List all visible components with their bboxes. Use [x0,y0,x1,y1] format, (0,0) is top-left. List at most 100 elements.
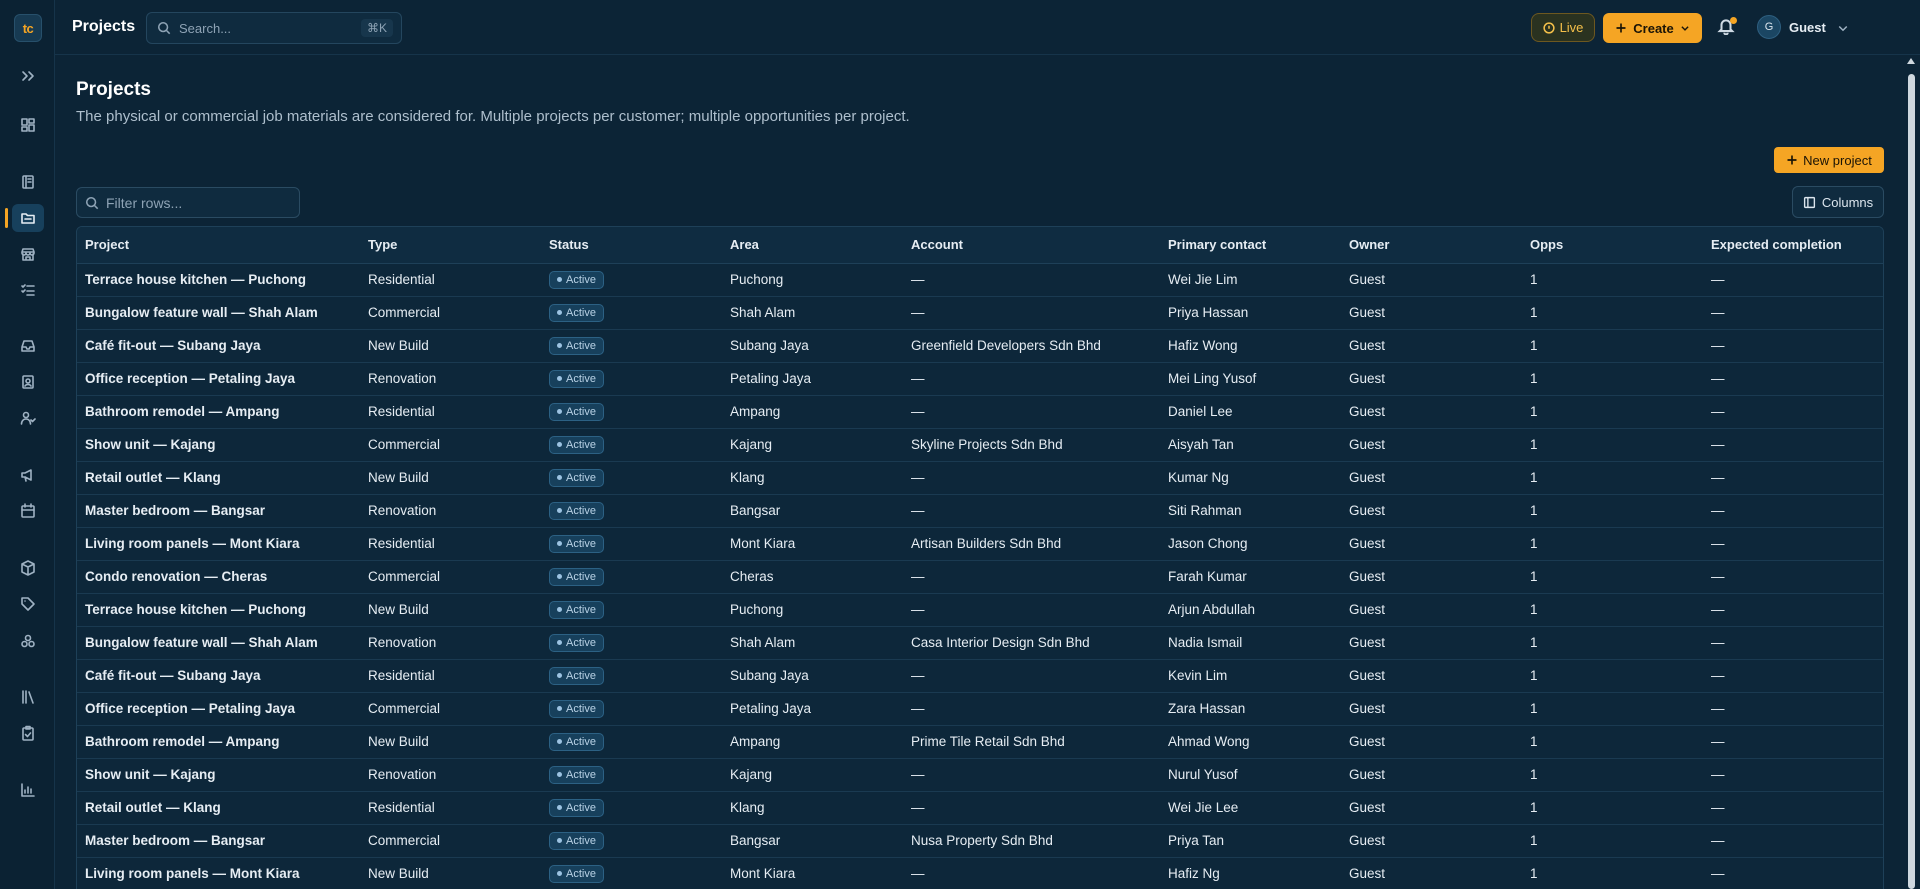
status-badge: Active [549,765,604,784]
status-dot-icon [557,673,562,679]
cell-status: Active [541,461,722,495]
filter-rows-input[interactable]: Filter rows... [76,187,300,218]
app-logo[interactable]: tc [14,14,42,42]
sidebar-item-notes[interactable] [12,168,44,196]
user-menu-toggle[interactable] [1837,21,1849,33]
user-name[interactable]: Guest [1789,20,1826,35]
table-row[interactable]: Café fit-out — Subang Jaya New Build Activ… [77,329,1883,363]
cell-project[interactable]: Master bedroom — Bangsar [77,824,360,858]
cell-project[interactable]: Office reception — Petaling Jaya [77,692,360,726]
sidebar-item-products[interactable] [12,554,44,582]
sidebar-item-inbox[interactable] [12,332,44,360]
cell-status: Active [541,296,722,330]
sidebar-item-materials[interactable] [12,627,44,655]
table-row[interactable]: Bathroom remodel — Ampang Residential Acti… [77,395,1883,429]
sidebar-item-calendar[interactable] [12,497,44,525]
table-row[interactable]: Café fit-out — Subang Jaya Residential Act… [77,659,1883,693]
cell-project[interactable]: Terrace house kitchen — Puchong [77,263,360,297]
notebook-icon [22,175,34,189]
cell-project[interactable]: Show unit — Kajang [77,758,360,792]
table-row[interactable]: Terrace house kitchen — Puchong New Build… [77,593,1883,627]
create-button[interactable]: Create [1603,13,1702,43]
live-status-button[interactable]: Live [1531,13,1595,42]
column-header-status[interactable]: Status [541,227,722,264]
columns-button[interactable]: Columns [1792,186,1884,218]
sidebar-item-projects[interactable] [12,204,44,232]
column-header-owner[interactable]: Owner [1341,227,1522,264]
sidebar-item-reports[interactable] [12,776,44,804]
table-header-row: Project Type Status Area Account Primary cont… [77,227,1883,264]
scroll-thumb[interactable] [1908,74,1915,889]
plus-icon [1787,155,1797,165]
status-label: Active [566,471,596,484]
table-row[interactable]: Bathroom remodel — Ampang New Build Active… [77,725,1883,759]
table-row[interactable]: Living room panels — Mont Kiara Residenti… [77,527,1883,561]
new-project-button[interactable]: New project [1774,147,1884,173]
cell-opps: 1 [1522,494,1703,528]
sidebar: tc [0,0,55,889]
notifications-button[interactable] [1717,17,1737,37]
sidebar-item-library[interactable] [12,683,44,711]
table-row[interactable]: Terrace house kitchen — Puchong Residenti… [77,263,1883,297]
column-header-primary-contact[interactable]: Primary contact [1160,227,1341,264]
status-label: Active [566,438,596,451]
sidebar-item-users[interactable] [12,404,44,432]
page-scrollbar[interactable] [1906,58,1916,889]
table-row[interactable]: Master bedroom — Bangsar Commercial Active… [77,824,1883,858]
sidebar-item-dashboard[interactable] [12,111,44,139]
table-body: Terrace house kitchen — Puchong Residenti… [77,263,1883,889]
table-row[interactable]: Bungalow feature wall — Shah Alam Renovat… [77,626,1883,660]
projects-folder-icon [21,213,35,224]
status-dot-icon [557,508,562,514]
cell-project[interactable]: Living room panels — Mont Kiara [77,857,360,889]
cell-project[interactable]: Living room panels — Mont Kiara [77,527,360,561]
table-row[interactable]: Retail outlet — Klang New Build Active Klan… [77,461,1883,495]
table-row[interactable]: Master bedroom — Bangsar Renovation Active… [77,494,1883,528]
cell-project[interactable]: Bungalow feature wall — Shah Alam [77,626,360,660]
table-row[interactable]: Bungalow feature wall — Shah Alam Commerc… [77,296,1883,330]
cell-project[interactable]: Bathroom remodel — Ampang [77,725,360,759]
cell-primary-contact: Wei Jie Lim [1160,263,1341,297]
status-label: Active [566,867,596,880]
cell-project[interactable]: Bathroom remodel — Ampang [77,395,360,429]
cell-project[interactable]: Master bedroom — Bangsar [77,494,360,528]
status-badge: Active [549,699,604,718]
page-description: The physical or commercial job materials… [76,108,910,125]
global-search-input[interactable]: Search... ⌘K [146,12,402,44]
table-row[interactable]: Office reception — Petaling Jaya Renovati… [77,362,1883,396]
cell-project[interactable]: Condo renovation — Cheras [77,560,360,594]
cell-project[interactable]: Café fit-out — Subang Jaya [77,659,360,693]
cell-project[interactable]: Café fit-out — Subang Jaya [77,329,360,363]
sidebar-item-campaigns[interactable] [12,461,44,489]
table-row[interactable]: Condo renovation — Cheras Commercial Activ… [77,560,1883,594]
column-header-type[interactable]: Type [360,227,541,264]
expand-sidebar-button[interactable] [12,62,44,90]
scroll-up-arrow[interactable] [1907,58,1915,64]
column-header-opps[interactable]: Opps [1522,227,1703,264]
cell-project[interactable]: Terrace house kitchen — Puchong [77,593,360,627]
cell-project[interactable]: Bungalow feature wall — Shah Alam [77,296,360,330]
table-row[interactable]: Show unit — Kajang Commercial Active Kajang… [77,428,1883,462]
sidebar-item-contacts[interactable] [12,368,44,396]
table-row[interactable]: Retail outlet — Klang Residential Active Kl… [77,791,1883,825]
cell-primary-contact: Priya Tan [1160,824,1341,858]
sidebar-item-stores[interactable] [12,240,44,268]
sidebar-item-approvals[interactable] [12,719,44,747]
sidebar-item-tasks[interactable] [12,276,44,304]
info-circle-icon [1542,21,1555,34]
column-header-project[interactable]: Project [77,227,360,264]
column-header-area[interactable]: Area [722,227,903,264]
cell-project[interactable]: Show unit — Kajang [77,428,360,462]
table-row[interactable]: Show unit — Kajang Renovation Active Kajang… [77,758,1883,792]
column-header-expected-completion[interactable]: Expected completion [1703,227,1883,264]
table-row[interactable]: Office reception — Petaling Jaya Commerci… [77,692,1883,726]
cell-project[interactable]: Retail outlet — Klang [77,791,360,825]
cell-project[interactable]: Office reception — Petaling Jaya [77,362,360,396]
cell-project[interactable]: Retail outlet — Klang [77,461,360,495]
status-label: Active [566,537,596,550]
column-header-account[interactable]: Account [903,227,1160,264]
table-row[interactable]: Living room panels — Mont Kiara New Build… [77,857,1883,889]
cell-area: Shah Alam [722,626,903,660]
sidebar-item-pricing[interactable] [12,590,44,618]
avatar[interactable]: G [1757,15,1781,39]
